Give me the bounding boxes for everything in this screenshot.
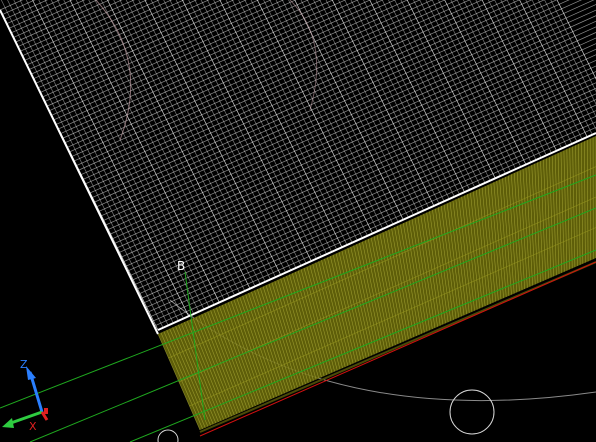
gizmo-origin [44, 408, 48, 414]
z-axis-label: Z [20, 358, 28, 371]
x-axis-label: X [29, 420, 37, 433]
cad-viewport[interactable]: B Z X [0, 0, 596, 442]
vertex-label-b: B [177, 259, 185, 273]
